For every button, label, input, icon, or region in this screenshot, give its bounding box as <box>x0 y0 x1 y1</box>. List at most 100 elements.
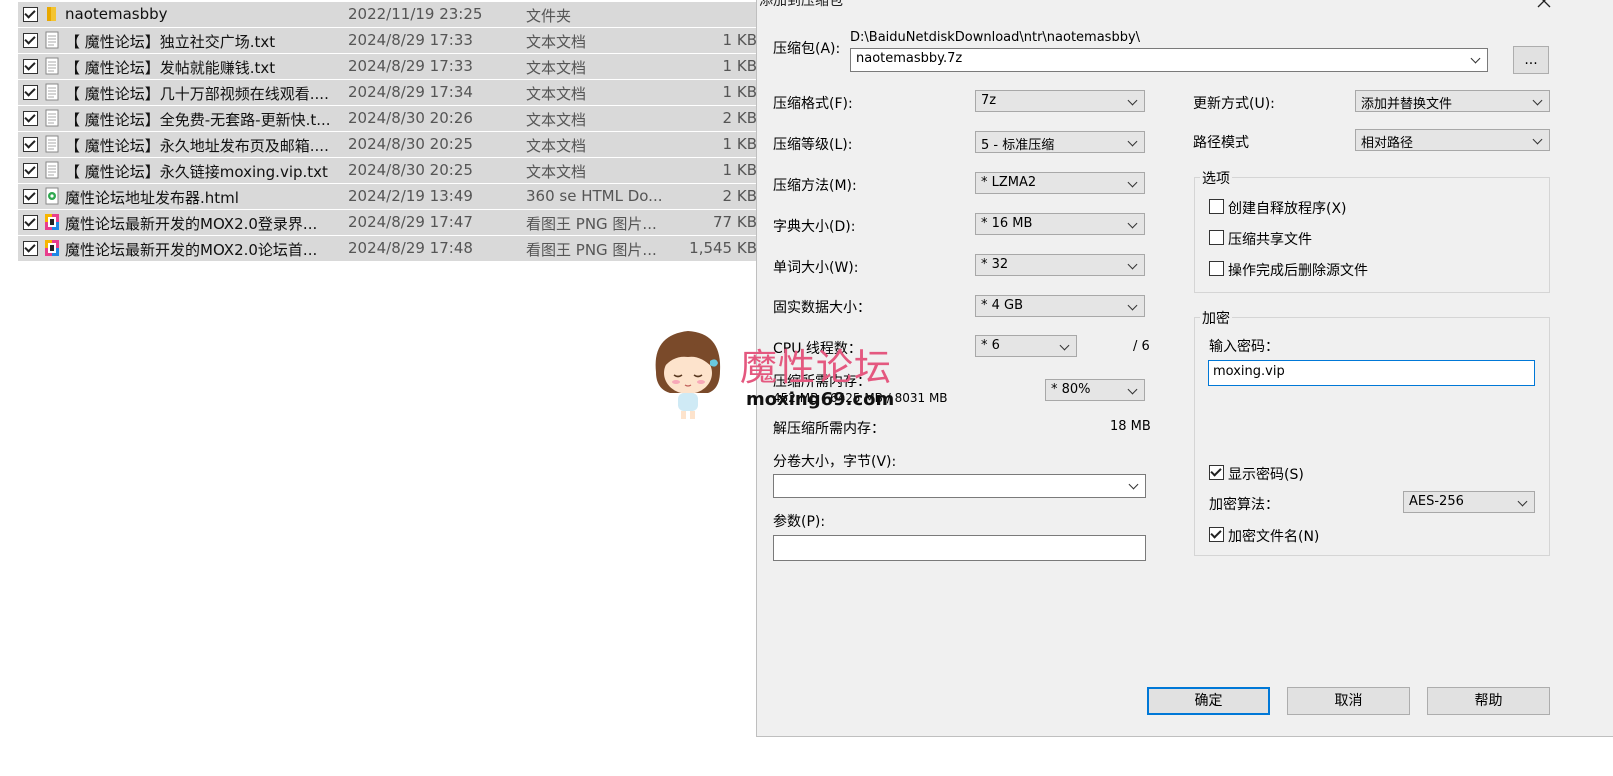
cpu-value: * 6 <box>981 338 1000 353</box>
file-size: 2 KB <box>722 109 757 127</box>
file-row[interactable]: 魔性论坛地址发布器.html 2024/2/19 13:49 360 se HT… <box>18 184 763 209</box>
file-row[interactable]: 【 魔性论坛】发帖就能赚钱.txt 2024/8/29 17:33 文本文档 1… <box>18 54 763 79</box>
params-label: 参数(P): <box>773 514 826 530</box>
file-type: 文本文档 <box>526 33 587 51</box>
file-row[interactable]: 【 魔性论坛】几十万部视频在线观看.... 2024/8/29 17:34 文本… <box>18 80 763 105</box>
solid-label: 固实数据大小： <box>773 300 871 316</box>
file-type: 看图王 PNG 图片... <box>526 241 657 259</box>
row-checkbox[interactable] <box>23 85 38 100</box>
file-type: 看图王 PNG 图片... <box>526 215 657 233</box>
level-label: 压缩等级(L): <box>773 137 853 153</box>
update-label: 更新方式(U): <box>1193 96 1275 112</box>
row-checkbox[interactable] <box>23 111 38 126</box>
encrypt-names-checkbox[interactable]: 加密文件名(N) <box>1209 526 1349 545</box>
row-checkbox[interactable] <box>23 189 38 204</box>
file-row[interactable]: 【 魔性论坛】全免费-无套路-更新快.t... 2024/8/30 20:26 … <box>18 106 763 131</box>
method-select[interactable]: * LZMA2 <box>975 172 1145 194</box>
volume-combobox[interactable] <box>773 474 1146 498</box>
word-value: * 32 <box>981 257 1009 272</box>
file-row[interactable]: 魔性论坛最新开发的MOX2.0论坛首... 2024/8/29 17:48 看图… <box>18 236 763 261</box>
delete-after-checkbox-label: 操作完成后删除源文件 <box>1228 263 1368 279</box>
cancel-button[interactable]: 取消 <box>1287 687 1410 715</box>
row-checkbox[interactable] <box>23 59 38 74</box>
text-file-icon <box>45 83 59 101</box>
method-value: * LZMA2 <box>981 175 1037 190</box>
format-select[interactable]: 7z <box>975 90 1145 112</box>
show-password-label: 显示密码(S) <box>1228 467 1304 483</box>
chevron-down-icon <box>1517 496 1528 507</box>
file-size: 1,545 KB <box>689 239 757 257</box>
row-checkbox[interactable] <box>23 137 38 152</box>
file-date: 2024/8/29 17:34 <box>348 83 473 101</box>
chevron-down-icon <box>1059 340 1070 351</box>
folder-icon <box>47 7 56 21</box>
text-file-icon <box>45 161 59 179</box>
file-row[interactable]: naotemasbby 2022/11/19 23:25 文件夹 <box>18 2 763 27</box>
show-password-checkbox[interactable]: 显示密码(S) <box>1209 464 1329 483</box>
watermark-url: moxing69.com <box>746 389 895 410</box>
file-size: 1 KB <box>722 83 757 101</box>
file-name: 【 魔性论坛】发帖就能赚钱.txt <box>65 59 276 77</box>
archive-name-combobox[interactable]: naotemasbby.7z <box>850 48 1488 72</box>
file-date: 2024/8/29 17:33 <box>348 31 473 49</box>
browse-button[interactable]: ... <box>1513 46 1549 74</box>
dict-label: 字典大小(D): <box>773 219 856 235</box>
encryption-group-label: 加密 <box>1200 308 1232 328</box>
enc-method-select[interactable]: AES-256 <box>1403 491 1535 513</box>
file-type: 文本文档 <box>526 111 587 129</box>
dict-select[interactable]: * 16 MB <box>975 213 1145 235</box>
row-checkbox[interactable] <box>23 33 38 48</box>
shared-files-checkbox[interactable]: 压缩共享文件 <box>1209 229 1409 248</box>
text-file-icon <box>45 135 59 153</box>
path-mode-label: 路径模式 <box>1193 135 1249 151</box>
chevron-down-icon[interactable] <box>1470 53 1481 64</box>
sfx-checkbox[interactable]: 创建自释放程序(X) <box>1209 198 1409 217</box>
word-select[interactable]: * 32 <box>975 254 1145 276</box>
solid-select[interactable]: * 4 GB <box>975 295 1145 317</box>
file-name: naotemasbby <box>65 5 168 23</box>
password-label: 输入密码： <box>1209 339 1279 355</box>
row-checkbox[interactable] <box>23 215 38 230</box>
level-select[interactable]: 5 - 标准压缩 <box>975 131 1145 153</box>
shared-files-checkbox-label: 压缩共享文件 <box>1228 232 1312 248</box>
chevron-down-icon <box>1127 177 1138 188</box>
method-label: 压缩方法(M): <box>773 178 857 194</box>
chevron-down-icon <box>1128 479 1139 490</box>
watermark-text: 魔性论坛 <box>740 346 892 389</box>
file-row[interactable]: 【 魔性论坛】永久链接moxing.vip.txt 2024/8/30 20:2… <box>18 158 763 183</box>
html-file-icon <box>45 187 59 205</box>
word-label: 单词大小(W): <box>773 260 859 276</box>
file-type: 文本文档 <box>526 59 587 77</box>
delete-after-checkbox[interactable]: 操作完成后删除源文件 <box>1209 260 1409 279</box>
cpu-select[interactable]: * 6 <box>975 335 1077 357</box>
image-file-icon <box>45 240 59 256</box>
enc-method-label: 加密算法： <box>1209 497 1279 513</box>
chevron-down-icon <box>1127 259 1138 270</box>
row-checkbox[interactable] <box>23 241 38 256</box>
path-mode-value: 相对路径 <box>1361 136 1414 151</box>
params-input[interactable] <box>773 535 1146 561</box>
archive-label: 压缩包(A): <box>773 41 841 57</box>
file-name: 【 魔性论坛】全免费-无套路-更新快.t... <box>65 111 331 129</box>
password-input[interactable]: moxing.vip <box>1208 360 1535 386</box>
file-date: 2024/8/30 20:26 <box>348 109 473 127</box>
update-select[interactable]: 添加并替换文件 <box>1355 90 1550 112</box>
row-checkbox[interactable] <box>23 7 38 22</box>
path-mode-select[interactable]: 相对路径 <box>1355 129 1550 151</box>
file-size: 77 KB <box>713 213 757 231</box>
password-value: moxing.vip <box>1213 364 1285 379</box>
file-row[interactable]: 【 魔性论坛】独立社交广场.txt 2024/8/29 17:33 文本文档 1… <box>18 28 763 53</box>
dialog-title: 添加到压缩包 <box>759 0 843 9</box>
format-label: 压缩格式(F): <box>773 96 853 112</box>
dict-value: * 16 MB <box>981 216 1033 231</box>
file-type: 文本文档 <box>526 163 587 181</box>
file-row[interactable]: 【 魔性论坛】永久地址发布页及邮箱.... 2024/8/30 20:25 文本… <box>18 132 763 157</box>
file-row[interactable]: 魔性论坛最新开发的MOX2.0登录界... 2024/8/29 17:47 看图… <box>18 210 763 235</box>
close-icon[interactable] <box>1537 0 1551 8</box>
row-checkbox[interactable] <box>23 163 38 178</box>
file-type: 文本文档 <box>526 85 587 103</box>
file-name: 【 魔性论坛】独立社交广场.txt <box>65 33 276 51</box>
ok-button[interactable]: 确定 <box>1147 687 1270 715</box>
mem-percent-select[interactable]: * 80% <box>1045 379 1145 401</box>
help-button[interactable]: 帮助 <box>1427 687 1550 715</box>
